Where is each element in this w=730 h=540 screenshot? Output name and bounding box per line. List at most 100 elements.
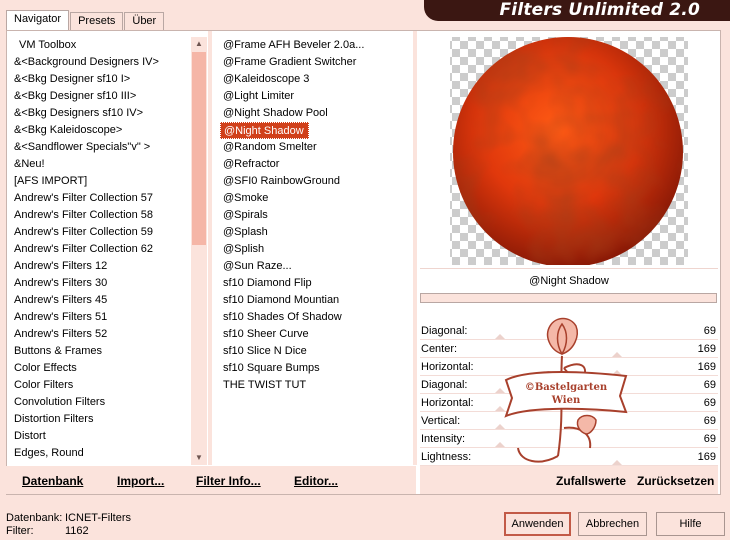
filter-list-item[interactable]: sf10 Slice N Dice bbox=[220, 343, 410, 360]
scroll-down-icon[interactable]: ▼ bbox=[191, 451, 207, 465]
import-link[interactable]: Import... bbox=[117, 474, 164, 488]
category-list-item[interactable]: Color Effects bbox=[11, 360, 191, 377]
category-list-item[interactable]: Andrew's Filter Collection 62 bbox=[11, 241, 191, 258]
category-list-item[interactable]: Edges, Square bbox=[11, 462, 191, 465]
category-list-item[interactable]: &<Bkg Kaleidoscope> bbox=[11, 122, 191, 139]
filter-name-display: @Night Shadow bbox=[420, 268, 718, 292]
filter-list-item-label: sf10 Diamond Mountian bbox=[223, 294, 340, 306]
tab-presets[interactable]: Presets bbox=[70, 12, 124, 30]
tab-strip: Navigator Presets Über bbox=[6, 10, 165, 31]
filter-list-item-label: @Splish bbox=[223, 243, 265, 255]
filter-list-item-label: @Refractor bbox=[223, 158, 280, 170]
category-list-item[interactable]: &<Bkg Designer sf10 III> bbox=[11, 88, 191, 105]
filter-list-item-label: sf10 Slice N Dice bbox=[223, 345, 307, 357]
filter-list-item[interactable]: @Night Shadow bbox=[220, 122, 410, 139]
category-list[interactable]: VM Toolbox &<Background Designers IV> &<Bk… bbox=[11, 37, 191, 465]
status-filter-label: Filter: bbox=[6, 525, 34, 537]
param-value: 69 bbox=[703, 325, 716, 337]
category-list-item[interactable]: Andrew's Filter Collection 59 bbox=[11, 224, 191, 241]
category-list-item[interactable]: Andrew's Filters 30 bbox=[11, 275, 191, 292]
filter-list-item[interactable]: @Splish bbox=[220, 241, 410, 258]
filter-list-item[interactable]: @Frame Gradient Switcher bbox=[220, 54, 410, 71]
preview-panel bbox=[420, 33, 718, 267]
preview-image bbox=[450, 37, 688, 267]
filter-list-item-label: sf10 Diamond Flip bbox=[223, 277, 312, 289]
filter-list-item[interactable]: @Kaleidoscope 3 bbox=[220, 71, 410, 88]
param-value: 69 bbox=[703, 379, 716, 391]
filter-list[interactable]: @Frame AFH Beveler 2.0a... @Frame Gradien… bbox=[220, 37, 410, 465]
filter-list-item[interactable]: @Spirals bbox=[220, 207, 410, 224]
category-list-item[interactable]: &Neu! bbox=[11, 156, 191, 173]
filter-list-item-label: @Night Shadow Pool bbox=[223, 107, 328, 119]
filter-list-item[interactable]: sf10 Diamond Mountian bbox=[220, 292, 410, 309]
filter-name-text: @Night Shadow bbox=[529, 275, 609, 287]
scroll-thumb[interactable] bbox=[192, 52, 206, 245]
reset-button[interactable]: Zurücksetzen bbox=[637, 474, 714, 488]
filter-list-item[interactable]: sf10 Diamond Flip bbox=[220, 275, 410, 292]
filter-list-item[interactable]: @Frame AFH Beveler 2.0a... bbox=[220, 37, 410, 54]
category-list-item[interactable]: Convolution Filters bbox=[11, 394, 191, 411]
filter-list-item-label: @Kaleidoscope 3 bbox=[223, 73, 310, 85]
filter-list-item-label: THE TWIST TUT bbox=[223, 379, 307, 391]
param-label: Horizontal: bbox=[421, 397, 474, 409]
filter-list-item[interactable]: sf10 Sheer Curve bbox=[220, 326, 410, 343]
filter-list-item-label: @Random Smelter bbox=[223, 141, 317, 153]
category-list-item[interactable]: [AFS IMPORT] bbox=[11, 173, 191, 190]
status-db-value: ICNET-Filters bbox=[65, 512, 131, 524]
category-list-item[interactable]: Buttons & Frames bbox=[11, 343, 191, 360]
category-scrollbar[interactable]: ▲ ▼ bbox=[191, 37, 207, 465]
param-label: Horizontal: bbox=[421, 361, 474, 373]
category-list-item[interactable]: Andrew's Filter Collection 58 bbox=[11, 207, 191, 224]
status-filter-value: 1162 bbox=[65, 525, 89, 537]
filter-list-item[interactable]: @Sun Raze... bbox=[220, 258, 410, 275]
param-value: 69 bbox=[703, 433, 716, 445]
category-list-item[interactable]: &<Background Designers IV> bbox=[11, 54, 191, 71]
filter-info-link[interactable]: Filter Info... bbox=[196, 474, 261, 488]
cancel-button[interactable]: Abbrechen bbox=[578, 512, 647, 536]
filter-list-item[interactable]: @Random Smelter bbox=[220, 139, 410, 156]
filter-list-item-label: @Smoke bbox=[223, 192, 269, 204]
param-label: Vertical: bbox=[421, 415, 461, 427]
filter-list-item[interactable]: @Light Limiter bbox=[220, 88, 410, 105]
category-list-item[interactable]: Distortion Filters bbox=[11, 411, 191, 428]
tab-navigator[interactable]: Navigator bbox=[6, 10, 70, 31]
category-list-item[interactable]: Andrew's Filters 51 bbox=[11, 309, 191, 326]
help-button[interactable]: Hilfe bbox=[656, 512, 725, 536]
filter-list-item-label: @Light Limiter bbox=[223, 90, 295, 102]
datenbank-link[interactable]: Datenbank bbox=[22, 474, 83, 488]
apply-button[interactable]: Anwenden bbox=[504, 512, 571, 536]
param-label: Intensity: bbox=[421, 433, 466, 445]
param-label: Lightness: bbox=[421, 451, 472, 463]
category-list-item[interactable]: Color Filters bbox=[11, 377, 191, 394]
param-label: Diagonal: bbox=[421, 379, 468, 391]
param-value: 169 bbox=[697, 361, 716, 373]
random-values-button[interactable]: Zufallswerte bbox=[556, 474, 626, 488]
filter-list-item[interactable]: sf10 Shades Of Shadow bbox=[220, 309, 410, 326]
category-list-item[interactable]: Andrew's Filters 52 bbox=[11, 326, 191, 343]
editor-link[interactable]: Editor... bbox=[294, 474, 338, 488]
filter-list-item[interactable]: @SFI0 RainbowGround bbox=[220, 173, 410, 190]
category-list-item[interactable]: &<Bkg Designers sf10 IV> bbox=[11, 105, 191, 122]
pane-divider bbox=[413, 31, 417, 465]
category-list-item[interactable]: &<Bkg Designer sf10 I> bbox=[11, 71, 191, 88]
category-list-item[interactable]: Andrew's Filter Collection 57 bbox=[11, 190, 191, 207]
category-list-item[interactable]: Edges, Round bbox=[11, 445, 191, 462]
param-value: 169 bbox=[697, 451, 716, 463]
category-list-item[interactable]: VM Toolbox bbox=[11, 37, 191, 54]
category-list-item[interactable]: Distort bbox=[11, 428, 191, 445]
bottom-menu-bar: Datenbank Import... Filter Info... Edito… bbox=[6, 466, 416, 494]
param-value: 69 bbox=[703, 415, 716, 427]
category-list-item[interactable]: Andrew's Filters 45 bbox=[11, 292, 191, 309]
scroll-up-icon[interactable]: ▲ bbox=[191, 37, 207, 51]
filter-list-item[interactable]: @Smoke bbox=[220, 190, 410, 207]
filter-list-item[interactable]: @Splash bbox=[220, 224, 410, 241]
filter-list-item[interactable]: @Refractor bbox=[220, 156, 410, 173]
header-banner: Filters Unlimited 2.0 bbox=[424, 0, 730, 21]
filter-list-item-label: sf10 Square Bumps bbox=[223, 362, 320, 374]
category-list-item[interactable]: &<Sandflower Specials"v" > bbox=[11, 139, 191, 156]
filter-list-item[interactable]: THE TWIST TUT bbox=[220, 377, 410, 394]
tab-about[interactable]: Über bbox=[124, 12, 165, 30]
filter-list-item[interactable]: sf10 Square Bumps bbox=[220, 360, 410, 377]
filter-list-item[interactable]: @Night Shadow Pool bbox=[220, 105, 410, 122]
category-list-item[interactable]: Andrew's Filters 12 bbox=[11, 258, 191, 275]
